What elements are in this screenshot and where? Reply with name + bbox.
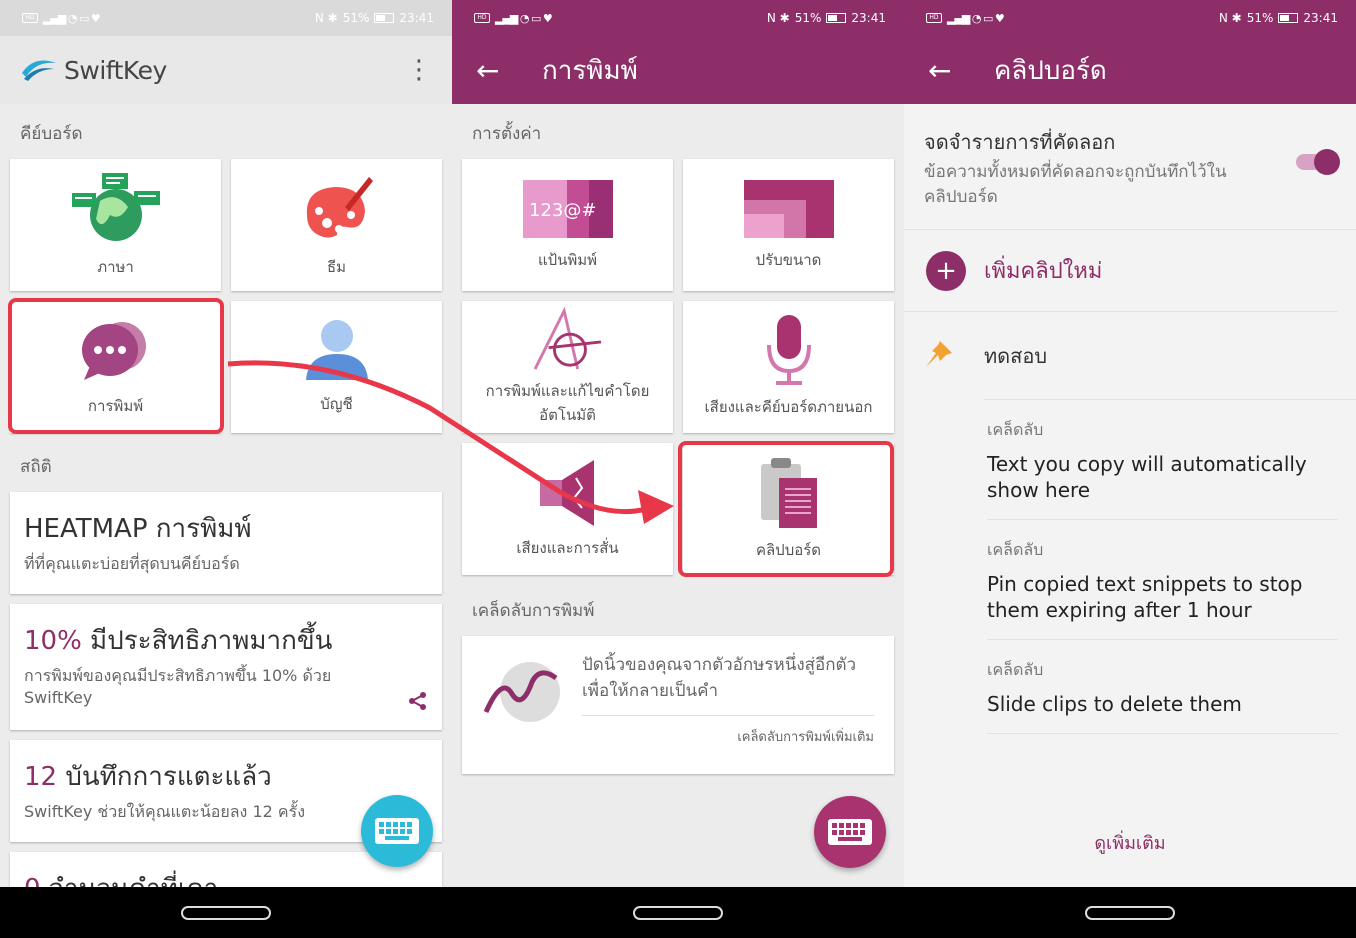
annotation-arrow (227, 360, 674, 524)
arrow-head (638, 490, 674, 524)
system-nav-bar (0, 887, 1356, 938)
arrow-path (227, 360, 651, 515)
composite-screenshot: HD ▂▄▆ ◔ ▭ ♥ N ✱ 51% 23:41 SwiftKey ⋮ คีย์บ… (0, 0, 1356, 938)
home-pill[interactable] (181, 906, 271, 920)
home-pill[interactable] (1085, 906, 1175, 920)
home-pill[interactable] (633, 906, 723, 920)
